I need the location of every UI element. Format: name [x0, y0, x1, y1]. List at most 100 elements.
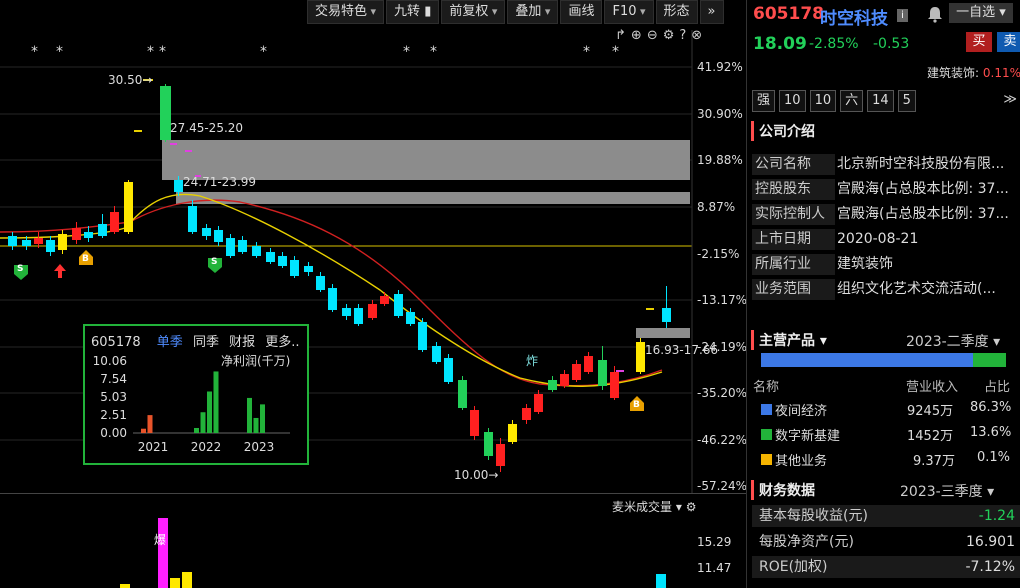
tag-strong[interactable]: 强: [752, 90, 776, 112]
candle-body: [316, 276, 325, 290]
company-value[interactable]: 北京新时空科技股份有限...: [837, 154, 1019, 175]
candle-body: [496, 444, 505, 466]
zoom-out-icon[interactable]: ⊖: [647, 28, 658, 43]
tag-item[interactable]: 10: [779, 90, 806, 112]
product-share: 0.1%: [977, 450, 1011, 465]
candle-body: [34, 238, 43, 244]
product-name: 夜间经济: [775, 404, 828, 419]
company-label: 实际控制人: [752, 204, 835, 225]
profit-bar: [207, 391, 212, 433]
candle-body: [418, 322, 427, 350]
products-period[interactable]: 2023-二季度 ▾: [906, 331, 1000, 351]
axis-label: -35.20%: [697, 386, 746, 400]
volume-bars: [120, 518, 666, 588]
zone2-label: 24.71-23.99: [183, 175, 257, 189]
kline-chart-area[interactable]: * * * * * * * * * 交易特色 ▾ 九转 ▮ 前复权 ▾ 叠加 ▾…: [0, 0, 746, 588]
tag-item[interactable]: 10: [809, 90, 837, 112]
stock-name[interactable]: 时空科技: [820, 4, 888, 29]
company-value[interactable]: 宫殿海(占总股本比例: 37...: [837, 179, 1019, 200]
tab-single-quarter[interactable]: 单季: [157, 335, 183, 350]
candle-body: [572, 364, 581, 380]
zoom-in-icon[interactable]: ⊕: [631, 28, 642, 43]
industry-change[interactable]: 建筑装饰: 0.11%: [927, 64, 1020, 81]
candle-body: [266, 252, 275, 262]
company-value[interactable]: 宫殿海(占总股本比例: 37...: [837, 204, 1019, 225]
product-revenue: 1452万: [907, 429, 954, 444]
profit-y-tick: 5.03: [100, 390, 127, 404]
legend-square: [761, 404, 772, 415]
candle-body: [522, 408, 531, 420]
profit-bar: [213, 371, 219, 433]
svg-text:*: *: [403, 44, 410, 60]
buy-marker: B: [633, 400, 640, 410]
nine-turn-button[interactable]: 九转 ▮: [386, 0, 440, 24]
company-section-title: 公司介绍: [751, 121, 815, 141]
products-section-title[interactable]: 主营产品 ▾: [751, 330, 827, 350]
volume-indicator-title[interactable]: 麦米成交量 ▾ ⚙: [612, 498, 696, 515]
bell-icon[interactable]: [925, 4, 945, 24]
profit-y-tick: 2.51: [100, 408, 127, 422]
volume-bar: [120, 584, 130, 588]
candle-body: [342, 308, 351, 316]
buy-button[interactable]: 买: [966, 32, 992, 52]
overlay-button[interactable]: 叠加: [507, 0, 559, 24]
candle-body: [202, 228, 211, 236]
fuquan-button[interactable]: 前复权: [441, 0, 506, 24]
share-icon[interactable]: ↱: [615, 28, 626, 43]
tag-item[interactable]: 5: [897, 90, 916, 112]
svg-text:*: *: [159, 44, 166, 60]
f10-button[interactable]: F10: [604, 0, 654, 24]
candle-body: [548, 380, 557, 390]
tag-item[interactable]: 六: [840, 90, 864, 112]
candle-body: [394, 294, 403, 316]
pattern-button[interactable]: 形态: [655, 0, 698, 24]
help-icon[interactable]: ?: [679, 28, 686, 43]
settings-icon[interactable]: ⚙: [663, 28, 675, 43]
high-price-label: 30.50→: [108, 73, 153, 87]
revenue-bar-main: [761, 353, 973, 367]
info-icon[interactable]: i: [897, 9, 908, 22]
current-price: 18.09: [753, 34, 807, 54]
candle-body: [72, 228, 81, 240]
svg-text:*: *: [260, 44, 267, 60]
candle-body: [22, 240, 31, 246]
net-profit-header: 605178 单季 同季 财报 更多..: [91, 331, 306, 350]
watchlist-button[interactable]: 一自选 ▾: [949, 3, 1013, 23]
tab-same-quarter[interactable]: 同季: [193, 335, 219, 350]
product-revenue: 9245万: [907, 404, 954, 419]
company-value[interactable]: 组织文化艺术交流活动(...: [837, 279, 1019, 300]
sell-marker: S: [17, 264, 24, 274]
candle-body: [534, 394, 543, 412]
tab-more[interactable]: 更多..: [265, 335, 299, 350]
low-price-label: 10.00→: [454, 468, 499, 482]
expand-icon[interactable]: ≫: [1003, 92, 1017, 107]
tag-item[interactable]: 14: [867, 90, 894, 112]
company-label: 所属行业: [752, 254, 835, 275]
axis-label: 8.87%: [697, 200, 736, 214]
finance-period[interactable]: 2023-三季度 ▾: [900, 481, 994, 501]
tag-row: 强 10 10 六 14 5: [752, 90, 920, 112]
profit-y-tick: 10.06: [93, 354, 127, 368]
product-share: 13.6%: [970, 425, 1012, 440]
candle-body: [278, 256, 287, 266]
candle-body: [214, 230, 223, 242]
tab-report[interactable]: 财报: [229, 335, 255, 350]
product-share: 86.3%: [970, 400, 1012, 415]
zone3-label: 16.93-17.66: [645, 343, 719, 357]
candle-body: [46, 240, 55, 252]
candle-body: [560, 374, 569, 386]
trade-feature-button[interactable]: 交易特色: [307, 0, 385, 24]
company-value[interactable]: 建筑装饰: [837, 254, 1019, 275]
revenue-bar-second: [973, 353, 1006, 367]
profit-bar: [253, 417, 259, 433]
sell-button[interactable]: 卖: [997, 32, 1020, 52]
candle-body: [636, 342, 645, 372]
svg-text:*: *: [147, 44, 154, 60]
settings-icon[interactable]: ⚙: [686, 500, 697, 514]
draw-line-button[interactable]: 画线: [560, 0, 603, 24]
more-button[interactable]: »: [699, 0, 724, 24]
buy-marker: B: [82, 254, 89, 264]
resistance-zone-1: [162, 140, 690, 180]
profit-y-tick: 7.54: [100, 372, 127, 386]
close-icon[interactable]: ⊗: [691, 28, 702, 43]
